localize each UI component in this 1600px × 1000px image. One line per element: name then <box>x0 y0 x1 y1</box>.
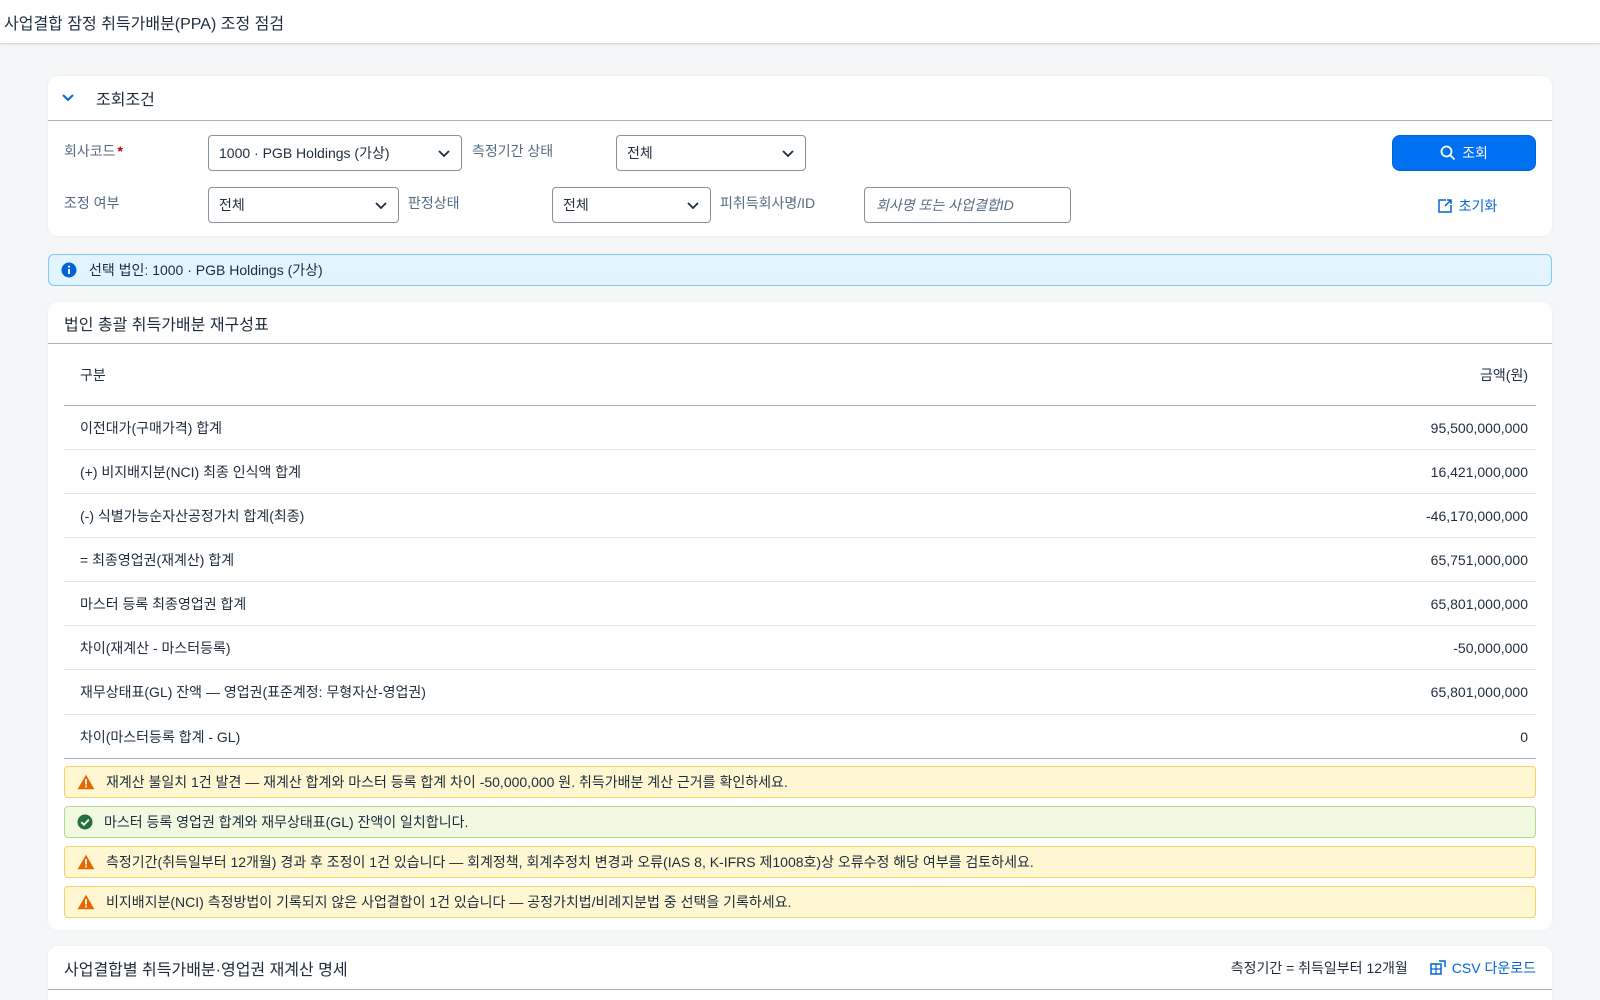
success-message: 마스터 등록 영업권 합계와 재무상태표(GL) 잔액이 일치합니다. <box>64 806 1536 838</box>
check-circle-icon <box>77 814 93 830</box>
warning-text: 비지배지분(NCI) 측정방법이 기록되지 않은 사업결합이 1건 있습니다 —… <box>106 894 792 910</box>
chevron-down-icon[interactable] <box>58 88 78 108</box>
row-value: 16,421,000,000 <box>1430 463 1528 480</box>
warning-text: 재계산 불일치 1건 발견 — 재계산 합계와 마스터 등록 합계 차이 -50… <box>106 774 788 790</box>
row-value: 65,751,000,000 <box>1430 551 1528 568</box>
summary-panel: 법인 총괄 취득가배분 재구성표 구분 금액(원) 이전대가(구매가격) 합계 9… <box>48 302 1552 930</box>
company-code-value: 1000 · PGB Holdings (가상) <box>219 145 390 161</box>
chevron-down-icon <box>687 202 699 210</box>
reset-button[interactable]: 초기화 <box>1422 190 1512 222</box>
row-label: (+) 비지배지분(NCI) 최종 인식액 합계 <box>80 463 302 480</box>
row-value: -50,000,000 <box>1453 639 1528 656</box>
warning-message: 재계산 불일치 1건 발견 — 재계산 합계와 마스터 등록 합계 차이 -50… <box>64 766 1536 798</box>
adjust-label: 조정 여부 <box>64 195 120 211</box>
row-label: 차이(재계산 - 마스터등록) <box>80 639 231 656</box>
chevron-down-icon <box>782 150 794 158</box>
warning-message: 비지배지분(NCI) 측정방법이 기록되지 않은 사업결합이 1건 있습니다 —… <box>64 886 1536 918</box>
summary-table: 구분 금액(원) 이전대가(구매가격) 합계 95,500,000,000 (+)… <box>64 344 1536 759</box>
company-code-label: 회사코드 * <box>64 141 123 161</box>
row-value: 95,500,000,000 <box>1430 419 1528 436</box>
detail-panel: 사업결합별 취득가배분·영업권 재계산 명세 측정기간 = 취득일부터 12개월… <box>48 946 1552 1000</box>
row-value: 65,801,000,000 <box>1430 595 1528 612</box>
row-value: 65,801,000,000 <box>1430 684 1528 700</box>
warning-icon <box>77 774 95 790</box>
table-row: 마스터 등록 최종영업권 합계 65,801,000,000 <box>64 582 1536 626</box>
warning-icon <box>77 894 95 910</box>
summary-title: 법인 총괄 취득가배분 재구성표 <box>48 302 1552 344</box>
app-header: 사업결합 잠정 취득가배분(PPA) 조정 점검 <box>0 0 1600 44</box>
info-text: 선택 법인: 1000 · PGB Holdings (가상) <box>89 262 323 278</box>
acquiree-placeholder: 회사명 또는 사업결합ID <box>876 197 1014 213</box>
warning-text: 측정기간(취득일부터 12개월) 경과 후 조정이 1건 있습니다 — 회계정책… <box>106 854 1034 870</box>
search-button-label: 조회 <box>1462 145 1488 161</box>
acquiree-label: 피취득회사명/ID <box>720 195 816 211</box>
reset-button-label: 초기화 <box>1458 198 1498 214</box>
table-row: = 최종영업권(재계산) 합계 65,751,000,000 <box>64 538 1536 582</box>
search-icon <box>1440 145 1456 161</box>
chevron-down-icon <box>375 202 387 210</box>
row-value: 0 <box>1520 728 1528 745</box>
table-row: 재무상태표(GL) 잔액 — 영업권(표준계정: 무형자산-영업권) 65,801… <box>64 670 1536 715</box>
period-status-label: 측정기간 상태 <box>472 143 554 159</box>
detail-title: 사업결합별 취득가배분·영업권 재계산 명세 <box>64 961 348 979</box>
filter-panel: 조회조건 회사코드 * 1000 · PGB Holdings (가상) 측정기간… <box>48 76 1552 236</box>
table-header: 구분 금액(원) <box>64 344 1536 406</box>
page-title: 사업결합 잠정 취득가배분(PPA) 조정 점검 <box>4 15 285 33</box>
judge-select[interactable]: 전체 <box>552 187 711 223</box>
table-row: (+) 비지배지분(NCI) 최종 인식액 합계 16,421,000,000 <box>64 450 1536 494</box>
warning-icon <box>77 854 95 870</box>
table-row: 차이(재계산 - 마스터등록) -50,000,000 <box>64 626 1536 670</box>
column-header: 구분 <box>80 366 106 383</box>
row-label: = 최종영업권(재계산) 합계 <box>80 551 235 568</box>
info-icon <box>61 262 77 278</box>
adjust-select[interactable]: 전체 <box>208 187 399 223</box>
filter-header-title: 조회조건 <box>96 92 155 109</box>
column-header: 금액(원) <box>1480 366 1528 383</box>
table-row: 이전대가(구매가격) 합계 95,500,000,000 <box>64 406 1536 450</box>
row-label: 차이(마스터등록 합계 - GL) <box>80 728 241 745</box>
period-status-select[interactable]: 전체 <box>616 135 806 171</box>
adjust-value: 전체 <box>219 197 245 213</box>
reset-icon <box>1437 199 1452 213</box>
csv-download-label: CSV 다운로드 <box>1451 959 1536 976</box>
detail-header: 사업결합별 취득가배분·영업권 재계산 명세 측정기간 = 취득일부터 12개월… <box>48 946 1552 990</box>
judge-value: 전체 <box>563 197 589 213</box>
info-message-strip: 선택 법인: 1000 · PGB Holdings (가상) <box>48 254 1552 286</box>
period-status-value: 전체 <box>627 145 653 161</box>
row-value: -46,170,000,000 <box>1426 507 1528 524</box>
table-export-icon <box>1430 959 1446 975</box>
chevron-down-icon <box>438 150 450 158</box>
table-row: 차이(마스터등록 합계 - GL) 0 <box>64 715 1536 759</box>
row-label: (-) 식별가능순자산공정가치 합계(최종) <box>80 507 305 524</box>
success-text: 마스터 등록 영업권 합계와 재무상태표(GL) 잔액이 일치합니다. <box>104 814 469 830</box>
warning-message: 측정기간(취득일부터 12개월) 경과 후 조정이 1건 있습니다 — 회계정책… <box>64 846 1536 878</box>
detail-toolbar: 측정기간 = 취득일부터 12개월 CSV 다운로드 <box>1231 958 1536 978</box>
table-row: (-) 식별가능순자산공정가치 합계(최종) -46,170,000,000 <box>64 494 1536 538</box>
row-label: 마스터 등록 최종영업권 합계 <box>80 595 247 612</box>
filter-header[interactable]: 조회조건 <box>48 76 1552 121</box>
row-label: 재무상태표(GL) 잔액 — 영업권(표준계정: 무형자산-영업권) <box>80 684 426 700</box>
company-code-select[interactable]: 1000 · PGB Holdings (가상) <box>208 135 462 171</box>
search-button[interactable]: 조회 <box>1392 135 1536 171</box>
csv-download-button[interactable]: CSV 다운로드 <box>1430 958 1536 978</box>
row-label: 이전대가(구매가격) 합계 <box>80 419 223 436</box>
company-code-label-text: 회사코드 <box>64 143 116 159</box>
measurement-period-note: 측정기간 = 취득일부터 12개월 <box>1230 959 1408 976</box>
required-marker: * <box>117 143 123 159</box>
judge-label: 판정상태 <box>408 195 460 211</box>
acquiree-search-input[interactable]: 회사명 또는 사업결합ID <box>864 187 1071 223</box>
